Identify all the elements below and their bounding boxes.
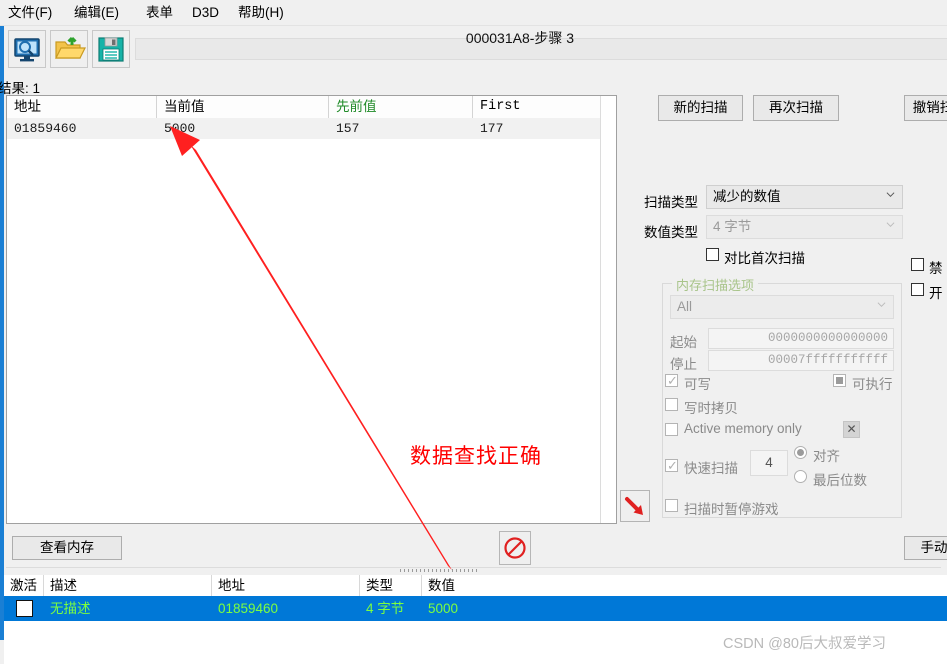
cheat-row-description: 无描述 — [50, 601, 91, 616]
clear-active-memory-button[interactable]: ✕ — [843, 421, 860, 438]
pause-game-checkbox[interactable] — [665, 499, 678, 512]
result-address: 01859460 — [14, 121, 77, 136]
middle-toolbar: 查看内存 手动 — [4, 528, 947, 572]
result-previous: 157 — [336, 121, 360, 136]
last-digits-label: 最后位数 — [813, 473, 867, 488]
results-col-address[interactable]: 地址 — [7, 96, 157, 118]
add-to-cheat-table-button[interactable] — [620, 490, 650, 522]
cheat-row-active-checkbox[interactable] — [16, 600, 33, 617]
memory-scan-options-title: 内存扫描选项 — [672, 275, 759, 294]
chevron-down-icon — [886, 192, 895, 198]
chevron-down-icon — [886, 222, 895, 228]
check-mark-icon: ✓ — [667, 373, 678, 388]
process-select-button[interactable] — [8, 30, 46, 68]
fast-scan-value-input[interactable]: 4 — [750, 450, 788, 476]
annotation-note: 数据查找正确 — [410, 445, 542, 468]
view-memory-button[interactable]: 查看内存 — [12, 536, 122, 560]
splitter-grip[interactable] — [400, 569, 480, 572]
stop-scan-button[interactable] — [499, 531, 531, 565]
scan-type-value: 减少的数值 — [713, 189, 781, 204]
memory-region-select[interactable]: All — [670, 295, 894, 319]
window-title: 000031A8-步骤 3 — [465, 30, 575, 46]
fast-scan-label: 快速扫描 — [684, 461, 738, 476]
value-type-value: 4 字节 — [713, 219, 752, 234]
start-address-input[interactable]: 0000000000000000 — [708, 328, 894, 349]
menu-item-help[interactable]: 帮助(H) — [232, 3, 290, 22]
alignment-label: 对齐 — [813, 449, 840, 464]
menu-item-edit[interactable]: 编辑(E) — [68, 3, 125, 22]
scan-results-header: 地址 当前值 先前值 First — [7, 96, 616, 119]
value-type-select[interactable]: 4 字节 — [706, 215, 903, 239]
pause-game-label: 扫描时暂停游戏 — [684, 502, 779, 517]
cheat-col-value[interactable]: 数值 — [422, 575, 947, 596]
writable-label: 可写 — [684, 377, 711, 392]
compare-first-scan-label: 对比首次扫描 — [724, 251, 805, 266]
enable-speedhack-label: 开 — [929, 286, 943, 301]
open-file-button[interactable] — [50, 30, 88, 68]
new-scan-button[interactable]: 新的扫描 — [658, 95, 743, 121]
result-count-label: 结果: 1 — [0, 81, 41, 96]
results-col-first[interactable]: First — [473, 96, 602, 118]
active-memory-only-label: Active memory only — [684, 421, 802, 436]
hide-children-label: 禁 — [929, 261, 943, 276]
executable-checkbox[interactable] — [833, 374, 846, 387]
compare-first-scan-checkbox[interactable] — [706, 248, 719, 261]
cheat-row-type: 4 字节 — [366, 601, 405, 616]
scan-type-select[interactable]: 减少的数值 — [706, 185, 903, 209]
red-arrow-down-right-icon — [625, 497, 643, 515]
stop-address-label: 停止 — [670, 357, 697, 372]
executable-label: 可执行 — [852, 377, 893, 392]
cheat-col-description[interactable]: 描述 — [44, 575, 212, 596]
scan-type-label: 扫描类型 — [644, 195, 698, 210]
cheat-engine-window: 文件(F) 编辑(E) 表单 D3D 帮助(H) 000031A8-步骤 3 结… — [0, 0, 947, 664]
stop-address-input[interactable]: 00007fffffffffff — [708, 350, 894, 371]
process-select-icon — [14, 38, 40, 62]
active-memory-only-checkbox[interactable] — [665, 423, 678, 436]
memory-region-value: All — [677, 299, 693, 314]
save-file-button[interactable] — [92, 30, 130, 68]
save-file-icon — [98, 37, 124, 62]
no-entry-icon — [504, 537, 526, 559]
cheat-col-active[interactable]: 激活 — [4, 575, 44, 596]
results-col-previous[interactable]: 先前值 — [329, 96, 473, 118]
enable-speedhack-checkbox[interactable] — [911, 283, 924, 296]
open-file-icon — [55, 36, 86, 59]
undo-scan-button[interactable]: 撤销扫 — [904, 95, 947, 121]
alignment-radio[interactable] — [794, 446, 807, 459]
chevron-down-icon — [877, 302, 886, 308]
cheat-table-header: 激活 描述 地址 类型 数值 — [4, 575, 947, 597]
copy-on-write-checkbox[interactable] — [665, 398, 678, 411]
fast-scan-checkbox[interactable]: ✓ — [665, 459, 678, 472]
cheat-col-type[interactable]: 类型 — [360, 575, 422, 596]
csdn-watermark: CSDN @80后大叔爱学习 — [723, 636, 886, 652]
start-address-label: 起始 — [670, 335, 697, 350]
results-scrollbar[interactable] — [600, 96, 616, 523]
radio-dot-icon — [797, 449, 804, 456]
menu-bar: 文件(F) 编辑(E) 表单 D3D 帮助(H) — [0, 0, 947, 26]
next-scan-button[interactable]: 再次扫描 — [753, 95, 839, 121]
copy-on-write-label: 写时拷贝 — [684, 401, 738, 416]
result-current: 5000 — [164, 121, 196, 136]
hide-children-checkbox[interactable] — [911, 258, 924, 271]
manual-add-address-button[interactable]: 手动 — [904, 536, 947, 560]
value-type-label: 数值类型 — [644, 225, 698, 240]
list-item[interactable]: 无描述 01859460 4 字节 5000 — [4, 596, 947, 621]
table-row[interactable]: 01859460 5000 157 177 — [7, 118, 616, 139]
menu-item-file[interactable]: 文件(F) — [2, 3, 58, 22]
writable-checkbox[interactable]: ✓ — [665, 374, 678, 387]
check-mark-icon: ✓ — [667, 458, 678, 473]
indeterminate-square-icon — [836, 377, 843, 384]
menu-item-table[interactable]: 表单 — [140, 3, 179, 22]
menu-item-d3d[interactable]: D3D — [186, 3, 225, 22]
last-digits-radio[interactable] — [794, 470, 807, 483]
results-col-current[interactable]: 当前值 — [157, 96, 329, 118]
result-first: 177 — [480, 121, 504, 136]
cheat-row-value: 5000 — [428, 601, 459, 616]
cheat-row-address: 01859460 — [218, 601, 279, 616]
cheat-col-address[interactable]: 地址 — [212, 575, 360, 596]
